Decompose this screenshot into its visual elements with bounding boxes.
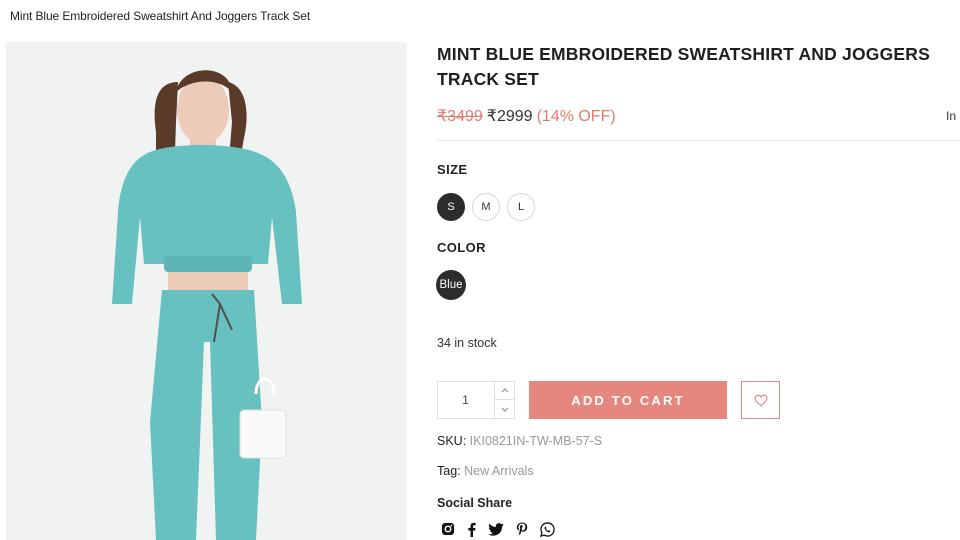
pinterest-icon[interactable] [516,522,528,537]
chevron-down-icon [501,407,509,412]
heart-icon [754,394,767,407]
quantity-input[interactable] [438,382,493,418]
product-title: MINT BLUE EMBROIDERED SWEATSHIRT AND JOG… [437,44,930,89]
tag-link[interactable]: New Arrivals [464,464,533,478]
social-share-icons [441,519,555,539]
size-option-m[interactable]: M [472,193,500,221]
increment-button[interactable] [495,382,515,400]
size-option-s[interactable]: S [437,193,465,221]
color-label: COLOR [437,240,486,255]
model-photo [6,42,407,540]
original-price: ₹3499 [437,108,483,125]
decrement-button[interactable] [495,400,515,418]
whatsapp-icon[interactable] [540,521,555,537]
discount-label: (14% OFF) [536,108,616,125]
quantity-steps [494,382,515,418]
price-aside-text: In [946,109,957,123]
stock-status: 34 in stock [437,336,497,350]
divider [437,140,960,141]
size-label: SIZE [437,162,468,177]
twitter-icon[interactable] [488,522,504,536]
social-share-title: Social Share [437,496,513,510]
quantity-stepper[interactable] [437,381,515,419]
color-option-blue[interactable]: Blue [436,270,466,300]
facebook-icon[interactable] [467,522,476,537]
tag-label: Tag: [437,464,461,478]
tag-row: Tag: New Arrivals [437,464,534,478]
sale-price: ₹2999 [486,108,533,125]
wishlist-button[interactable] [741,381,780,419]
chevron-up-icon [501,388,509,393]
breadcrumb: Mint Blue Embroidered Sweatshirt And Jog… [10,9,311,23]
product-image[interactable] [6,42,407,540]
sku-row: SKU: IKI0821IN-TW-MB-57-S [437,434,602,448]
sku-label: SKU: [437,434,467,448]
sku-value: IKI0821IN-TW-MB-57-S [469,434,603,448]
instagram-icon[interactable] [441,522,455,536]
size-option-l[interactable]: L [507,193,535,221]
price-row: ₹3499 ₹2999 (14% OFF) [437,106,616,126]
add-to-cart-button[interactable]: ADD TO CART [529,381,727,419]
